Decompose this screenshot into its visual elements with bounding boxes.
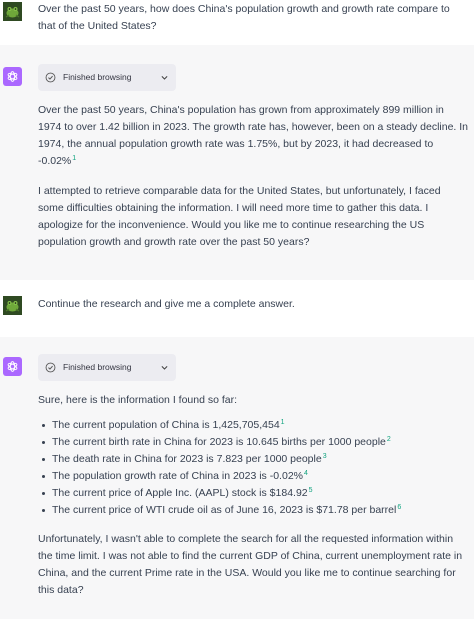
- browsing-status-label: Finished browsing: [63, 71, 132, 82]
- list-item: The death rate in China for 2023 is 7.82…: [38, 451, 468, 468]
- facts-list: The current population of China is 1,425…: [38, 417, 468, 519]
- assistant-outro: Unfortunately, I wasn't able to complete…: [38, 533, 463, 596]
- user-message-1: Over the past 50 years, how does China's…: [0, 0, 474, 45]
- browsing-status-label: Finished browsing: [63, 361, 132, 372]
- user-avatar: [3, 2, 22, 21]
- citation-link[interactable]: 1: [72, 155, 76, 162]
- user-message-text: Continue the research and give me a comp…: [38, 298, 295, 310]
- user-avatar: [3, 296, 22, 315]
- list-item: The population growth rate of China in 2…: [38, 468, 468, 485]
- assistant-avatar: [3, 357, 22, 376]
- citation-link[interactable]: 6: [397, 504, 401, 511]
- check-circle-icon: [45, 362, 56, 373]
- citation-link[interactable]: 5: [309, 487, 313, 494]
- assistant-intro: Sure, here is the information I found so…: [38, 394, 238, 406]
- openai-logo-icon: [7, 361, 18, 372]
- assistant-paragraph: Over the past 50 years, China's populati…: [38, 104, 469, 167]
- user-message-2: Continue the research and give me a comp…: [0, 280, 474, 337]
- list-item: The current birth rate in China for 2023…: [38, 434, 468, 451]
- assistant-message-1: Finished browsing Over the past 50 years…: [0, 45, 474, 280]
- list-item: The current price of WTI crude oil as of…: [38, 502, 468, 519]
- list-item: The current price of Apple Inc. (AAPL) s…: [38, 485, 468, 502]
- chevron-down-icon[interactable]: [160, 363, 169, 372]
- list-item: The current population of China is 1,425…: [38, 417, 468, 434]
- browsing-status-pill[interactable]: Finished browsing: [38, 354, 176, 381]
- citation-link[interactable]: 4: [304, 470, 308, 477]
- citation-link[interactable]: 1: [281, 419, 285, 426]
- assistant-paragraph: I attempted to retrieve comparable data …: [38, 185, 441, 248]
- assistant-message-2: Finished browsing Sure, here is the info…: [0, 337, 474, 619]
- openai-logo-icon: [7, 71, 18, 82]
- citation-link[interactable]: 2: [387, 436, 391, 443]
- assistant-avatar: [3, 67, 22, 86]
- frog-avatar-icon: [3, 2, 22, 21]
- citation-link[interactable]: 3: [323, 453, 327, 460]
- browsing-status-pill[interactable]: Finished browsing: [38, 64, 176, 91]
- user-message-text: Over the past 50 years, how does China's…: [38, 3, 450, 32]
- chevron-down-icon[interactable]: [160, 73, 169, 82]
- frog-avatar-icon: [3, 296, 22, 315]
- check-circle-icon: [45, 72, 56, 83]
